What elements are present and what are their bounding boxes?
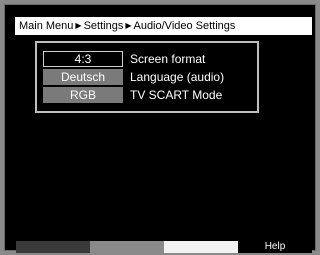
screen-format-label: Screen format xyxy=(130,52,206,66)
menu-row-language-audio[interactable]: Deutsch Language (audio) xyxy=(43,69,224,85)
color-key-bar: Help xyxy=(16,241,312,253)
breadcrumb-separator-icon: ▶ xyxy=(125,21,132,30)
breadcrumb-separator-icon: ▶ xyxy=(75,21,82,30)
menu-row-tv-scart-mode[interactable]: RGB TV SCART Mode xyxy=(43,87,222,103)
yellow-key-button[interactable] xyxy=(164,241,238,253)
menu-row-screen-format[interactable]: 4:3 Screen format xyxy=(43,51,205,67)
breadcrumb-item-current: Audio/Video Settings xyxy=(133,20,236,32)
settings-menu: 4:3 Screen format Deutsch Language (audi… xyxy=(35,41,259,113)
tv-scart-mode-label: TV SCART Mode xyxy=(130,88,223,102)
language-audio-value[interactable]: Deutsch xyxy=(43,69,123,85)
red-key-button[interactable] xyxy=(16,241,90,253)
tv-screen: Main Menu ▶ Settings ▶ Audio/Video Settings … xyxy=(4,4,316,253)
green-key-button[interactable] xyxy=(90,241,164,253)
screen-format-value[interactable]: 4:3 xyxy=(43,51,123,67)
breadcrumb-item-settings[interactable]: Settings xyxy=(84,20,124,32)
breadcrumb-item-main-menu[interactable]: Main Menu xyxy=(19,20,73,32)
help-button[interactable]: Help xyxy=(238,241,312,253)
breadcrumb: Main Menu ▶ Settings ▶ Audio/Video Settings xyxy=(15,17,312,35)
language-audio-label: Language (audio) xyxy=(130,70,225,84)
tv-scart-mode-value[interactable]: RGB xyxy=(43,87,123,103)
